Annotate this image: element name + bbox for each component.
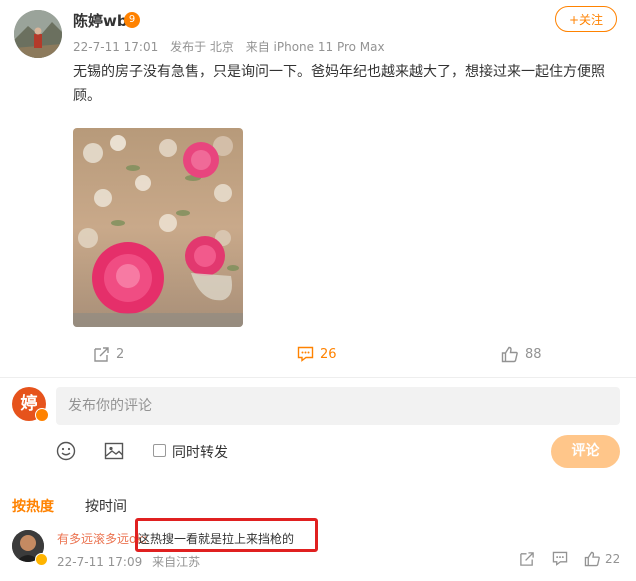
- share-icon: [94, 347, 109, 362]
- comment-like-count: 22: [605, 552, 621, 566]
- comment-button[interactable]: 26: [297, 346, 337, 362]
- comment-icon: [297, 346, 314, 362]
- comment-source: 来自江苏: [152, 555, 201, 569]
- comment-icon: [552, 551, 568, 566]
- comment-input[interactable]: [56, 387, 620, 425]
- comment-share-button[interactable]: [519, 551, 535, 567]
- divider: [0, 377, 636, 378]
- comment-like-button[interactable]: 22: [584, 551, 620, 567]
- like-count: 88: [525, 347, 542, 362]
- post-time[interactable]: 22-7-11 17:01: [73, 40, 158, 54]
- author-name[interactable]: 陈婷wb: [73, 10, 128, 31]
- thumbs-up-icon: [584, 551, 600, 567]
- repost-checkbox[interactable]: [153, 444, 166, 457]
- follow-button[interactable]: +关注: [555, 6, 617, 32]
- verified-badge-icon: [35, 553, 48, 566]
- image-icon[interactable]: [103, 440, 125, 462]
- comment-time: 22-7-11 17:09: [57, 555, 143, 569]
- comment-count: 26: [320, 346, 337, 362]
- post-photo[interactable]: [73, 128, 243, 327]
- comment-reply-button[interactable]: [552, 551, 568, 566]
- tab-sort-time[interactable]: 按时间: [85, 496, 127, 516]
- vip-badge-icon: 9: [124, 12, 140, 28]
- repost-button[interactable]: 2: [93, 346, 124, 363]
- like-button[interactable]: 88: [501, 346, 542, 363]
- share-icon: [520, 552, 534, 566]
- post-meta: 22-7-11 17:01 发布于 北京 来自 iPhone 11 Pro Ma…: [73, 38, 393, 55]
- repost-count: 2: [116, 347, 125, 362]
- post-location: 发布于 北京: [170, 40, 234, 54]
- verified-badge-icon: [35, 408, 49, 422]
- emoji-icon[interactable]: [55, 440, 77, 462]
- post-source: 来自 iPhone 11 Pro Max: [245, 40, 385, 54]
- post-text: 无锡的房子没有急售，只是询问一下。爸妈年纪也越来越大了，想接过来一起住方便照顾。: [73, 64, 605, 104]
- submit-comment-button[interactable]: 评论: [551, 435, 620, 468]
- tab-sort-hot[interactable]: 按热度: [12, 496, 54, 516]
- repost-checkbox-label[interactable]: 同时转发: [172, 442, 228, 462]
- comment-meta: 22-7-11 17:09 来自江苏: [57, 553, 206, 570]
- commenter-name[interactable]: 有多远滚多远ok:: [57, 530, 147, 547]
- thumbs-up-icon: [501, 346, 518, 363]
- highlight-annotation-box: [135, 518, 318, 552]
- author-avatar[interactable]: [14, 10, 62, 58]
